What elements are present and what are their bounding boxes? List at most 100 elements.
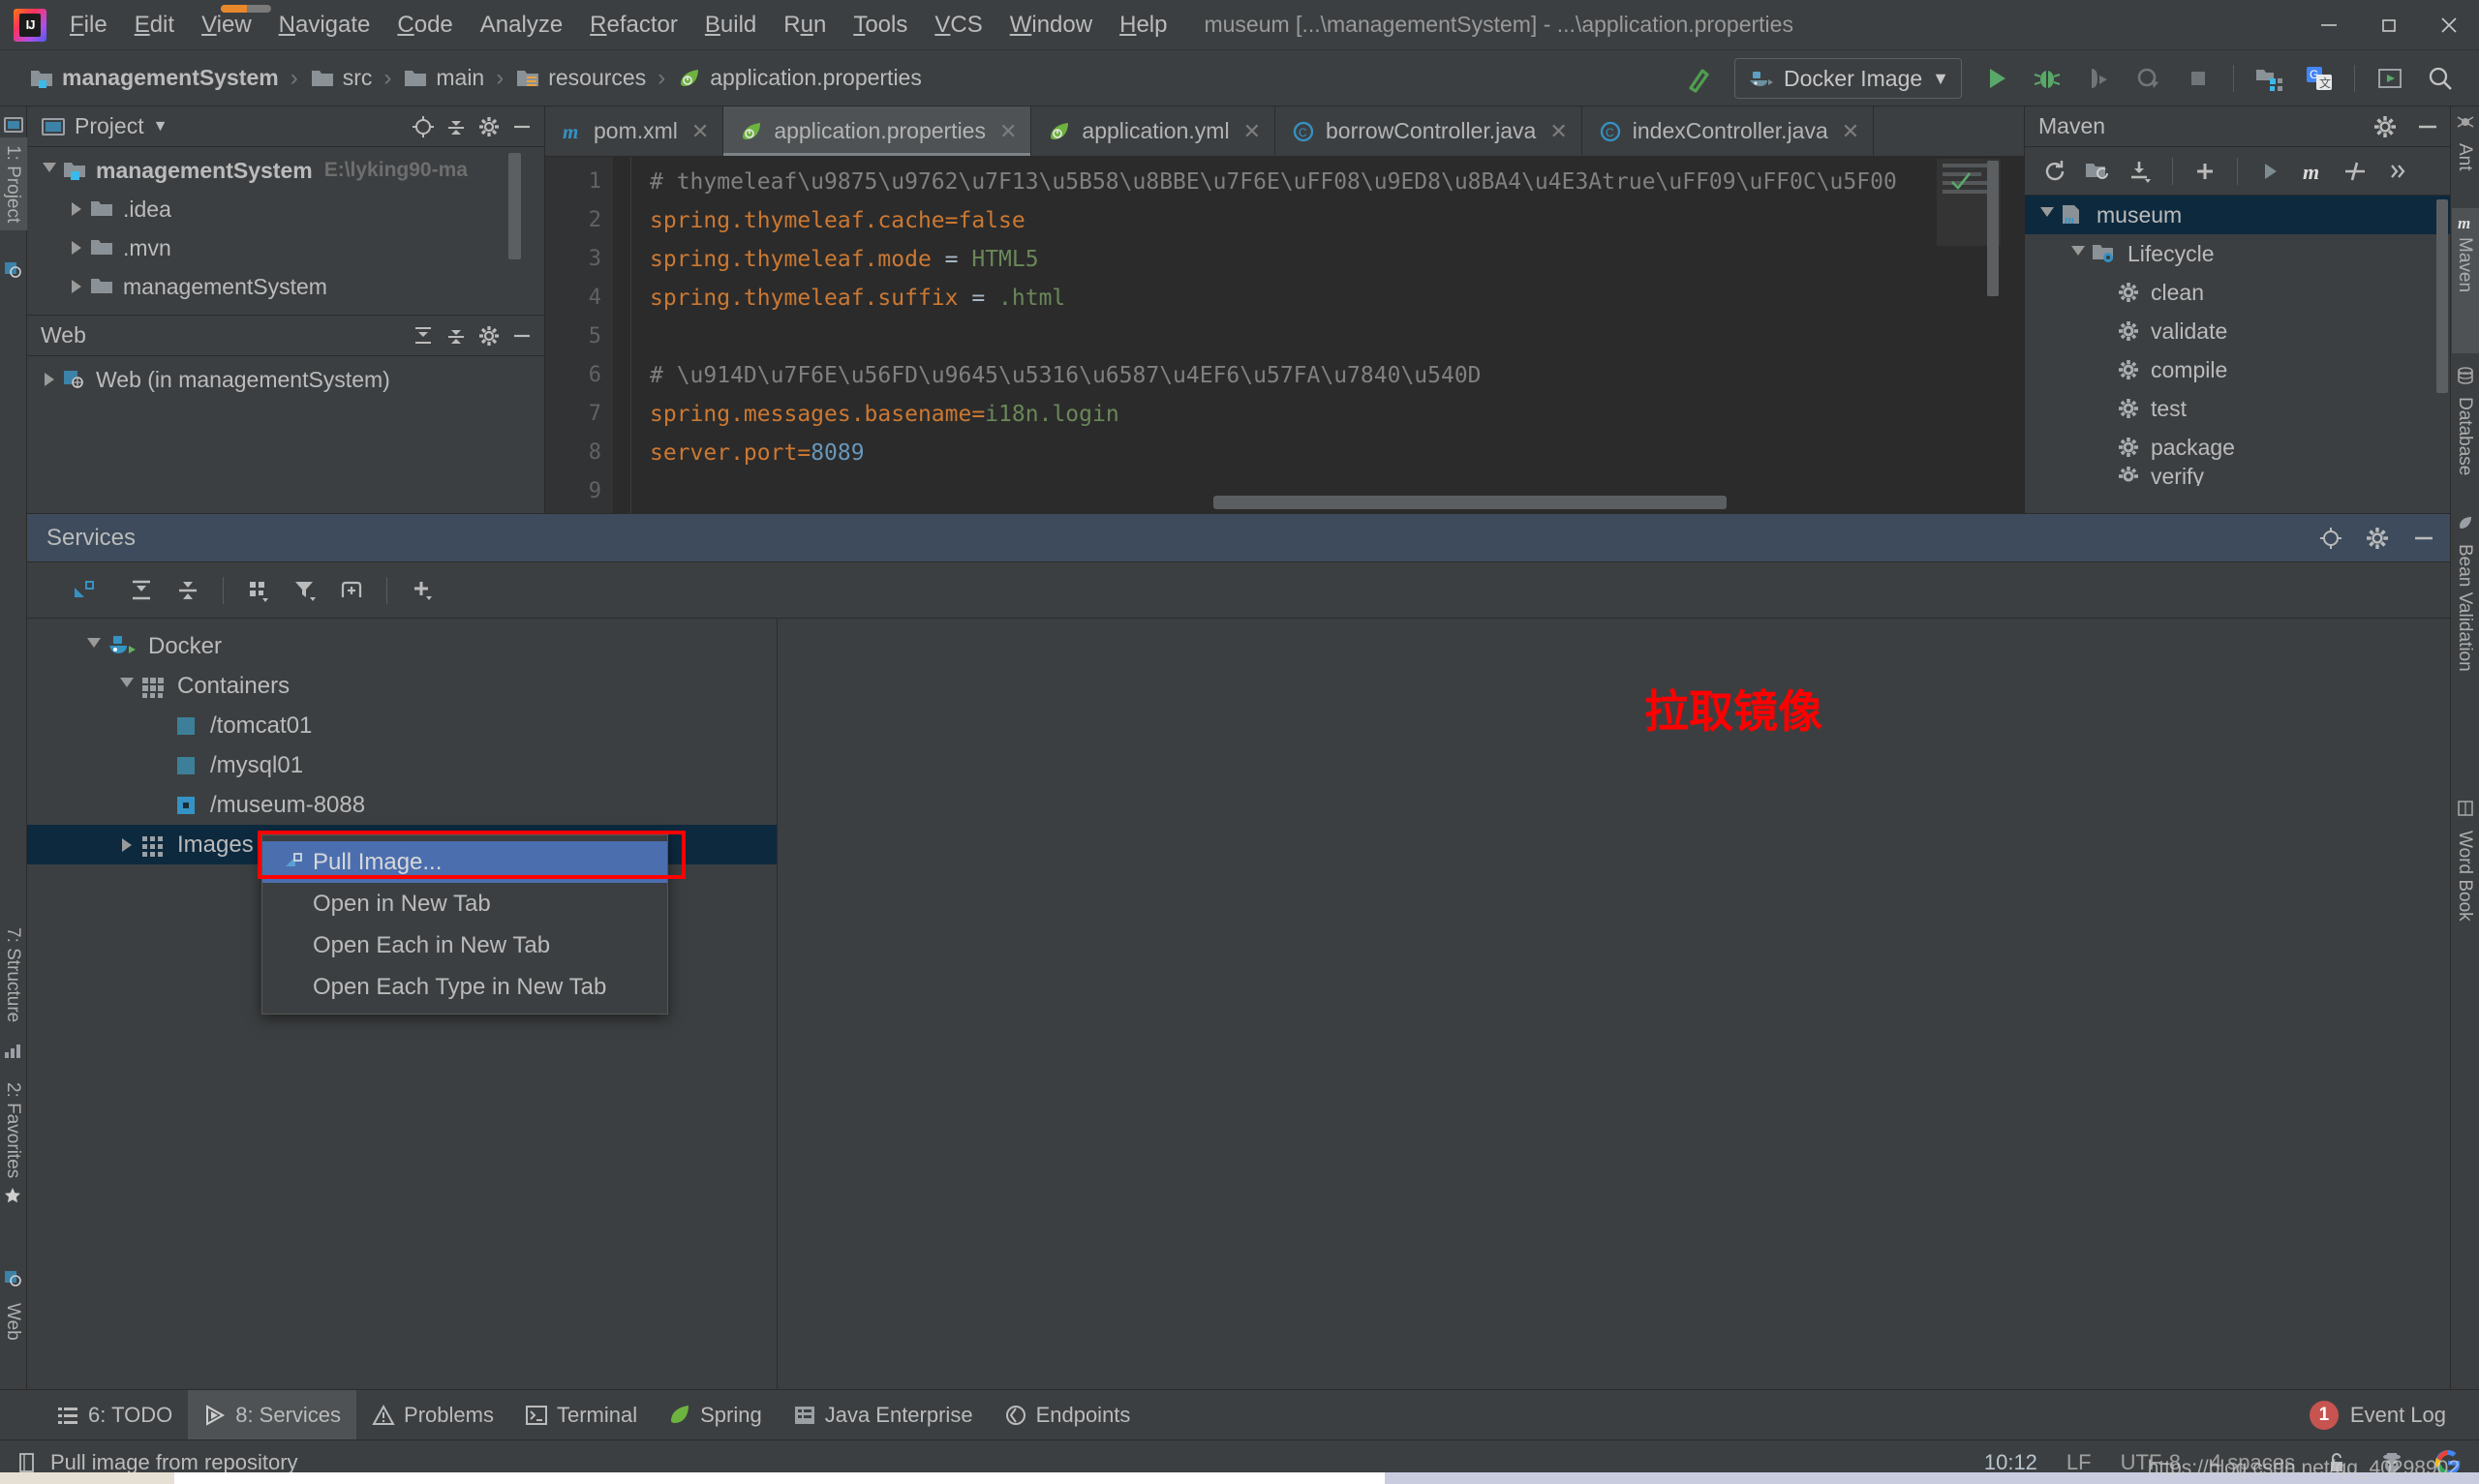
hide-icon[interactable]	[505, 110, 538, 143]
close-icon[interactable]: ✕	[999, 119, 1017, 144]
tree-item-web-module[interactable]: Web (in managementSystem)	[27, 360, 544, 399]
collapse-all-icon[interactable]	[167, 569, 209, 612]
tree-item-verify[interactable]: verify	[2025, 467, 2450, 486]
tree-item-tomcat01[interactable]: /tomcat01	[27, 706, 777, 745]
inspection-status-icon[interactable]	[1948, 168, 1974, 194]
project-tree-scrollbar[interactable]	[508, 153, 521, 259]
bottom-tab-terminal[interactable]: Terminal	[509, 1390, 653, 1439]
menu-vcs[interactable]: VCS	[921, 8, 995, 43]
tree-item-mysql01[interactable]: /mysql01	[27, 745, 777, 785]
expand-arrow-icon[interactable]	[37, 373, 62, 386]
editor-horizontal-scrollbar[interactable]	[1213, 496, 1727, 509]
maven-m-icon[interactable]: m	[2292, 151, 2333, 192]
stop-button[interactable]	[2176, 56, 2220, 101]
search-everywhere-button[interactable]	[2418, 56, 2463, 101]
expand-arrow-icon[interactable]	[64, 241, 89, 255]
sidebar-tab-structure[interactable]: 7: Structure	[0, 920, 27, 1030]
tree-item-museum[interactable]: m museum	[2025, 196, 2450, 234]
more-icon[interactable]	[2377, 151, 2418, 192]
menu-help[interactable]: Help	[1106, 8, 1180, 43]
expand-arrow-icon[interactable]	[81, 638, 107, 654]
minimize-button[interactable]	[2299, 0, 2359, 50]
close-icon[interactable]: ✕	[1549, 119, 1567, 144]
run-button[interactable]	[1974, 56, 2019, 101]
editor-tab-application-yml[interactable]: application.yml ✕	[1031, 106, 1275, 156]
sidebar-tab-bean-validation[interactable]: Bean Validation	[2452, 536, 2479, 680]
tree-item-package[interactable]: package	[2025, 428, 2450, 467]
add-tab-icon[interactable]	[330, 569, 373, 612]
breadcrumb-item-resources[interactable]: resources	[515, 65, 646, 91]
reload-icon[interactable]	[2035, 151, 2075, 192]
menu-build[interactable]: Build	[691, 8, 770, 43]
expand-arrow-icon[interactable]	[37, 162, 62, 179]
tree-item-mvn[interactable]: .mvn	[27, 228, 544, 267]
hide-icon[interactable]	[2407, 522, 2440, 555]
breadcrumb-item-application-properties[interactable]: application.properties	[677, 65, 922, 91]
settings-icon[interactable]	[473, 319, 505, 352]
sidebar-tab-project[interactable]: 1: Project	[0, 137, 27, 231]
menu-window[interactable]: Window	[996, 8, 1106, 43]
hide-icon[interactable]	[505, 319, 538, 352]
chevron-down-icon[interactable]: ▼	[153, 118, 168, 136]
context-menu-item-open-each-in-new-tab[interactable]: Open Each in New Tab	[262, 924, 667, 966]
close-icon[interactable]: ✕	[1243, 119, 1261, 144]
bottom-tab-spring[interactable]: Spring	[653, 1390, 778, 1439]
tree-item-docker[interactable]: Docker	[27, 626, 777, 666]
code-area[interactable]: 1 2 3 4 5 6 7 8 9 # thymeleaf\u9875\u976…	[545, 157, 2024, 513]
project-panel-title-group[interactable]: Project ▼	[41, 113, 407, 139]
sidebar-tab-database[interactable]: Database	[2452, 389, 2479, 483]
group-icon[interactable]	[237, 569, 280, 612]
context-menu-item-pull-image[interactable]: Pull Image...	[262, 841, 667, 883]
expand-all-icon[interactable]	[120, 569, 163, 612]
menu-navigate[interactable]: Navigate	[265, 8, 384, 43]
event-log-group[interactable]: 1 Event Log	[2309, 1390, 2446, 1440]
expand-arrow-icon[interactable]	[2066, 245, 2091, 262]
menu-code[interactable]: Code	[383, 8, 466, 43]
bottom-tab-java-enterprise[interactable]: Java Enterprise	[778, 1390, 989, 1439]
breadcrumb-item-main[interactable]: main	[403, 65, 484, 91]
menu-run[interactable]: Run	[770, 8, 840, 43]
collapse-all-icon[interactable]	[440, 319, 473, 352]
breadcrumb-item-managementsystem[interactable]: managementSystem	[29, 65, 279, 91]
run-with-coverage-button[interactable]	[2075, 56, 2120, 101]
run-configuration-selector[interactable]: Docker Image ▼	[1734, 58, 1962, 99]
menu-refactor[interactable]: Refactor	[576, 8, 691, 43]
bottom-tab-endpoints[interactable]: Endpoints	[989, 1390, 1147, 1439]
maven-tree-scrollbar[interactable]	[2436, 199, 2448, 393]
hide-icon[interactable]	[2411, 110, 2444, 143]
add-icon[interactable]	[401, 569, 444, 612]
maximize-button[interactable]	[2359, 0, 2419, 50]
expand-arrow-icon[interactable]	[2035, 206, 2060, 224]
menu-analyze[interactable]: Analyze	[467, 8, 576, 43]
reload-project-icon[interactable]	[2077, 151, 2118, 192]
expand-arrow-icon[interactable]	[114, 678, 139, 694]
editor-tab-application-properties[interactable]: application.properties ✕	[723, 106, 1032, 156]
sidebar-tab-ant[interactable]: Ant	[2452, 136, 2479, 179]
tree-item-lifecycle[interactable]: Lifecycle	[2025, 234, 2450, 273]
sidebar-tab-web[interactable]: Web	[0, 1295, 27, 1348]
locate-icon[interactable]	[2314, 522, 2347, 555]
bottom-tab-todo[interactable]: 6: TODO	[41, 1390, 188, 1439]
bottom-tab-problems[interactable]: Problems	[356, 1390, 509, 1439]
tree-item-containers[interactable]: Containers	[27, 666, 777, 706]
menu-tools[interactable]: Tools	[840, 8, 921, 43]
run-icon[interactable]	[2249, 151, 2290, 192]
expand-arrow-icon[interactable]	[64, 280, 89, 293]
build-button[interactable]	[1677, 56, 1722, 101]
settings-icon[interactable]	[473, 110, 505, 143]
tree-item-test[interactable]: test	[2025, 389, 2450, 428]
tree-item-managementsystem-inner[interactable]: managementSystem	[27, 267, 544, 306]
menu-edit[interactable]: Edit	[121, 8, 188, 43]
locate-icon[interactable]	[407, 110, 440, 143]
expand-arrow-icon[interactable]	[114, 837, 139, 852]
filter-icon[interactable]	[284, 569, 326, 612]
editor-vertical-scrollbar[interactable]	[1987, 161, 1999, 296]
bottom-tab-services[interactable]: 8: Services	[188, 1390, 357, 1439]
sidebar-tab-word-book[interactable]: Word Book	[2452, 823, 2479, 929]
tree-item-clean[interactable]: clean	[2025, 273, 2450, 312]
code-text[interactable]: # thymeleaf\u9875\u9762\u7F13\u5B58\u8BB…	[632, 157, 2024, 513]
collapse-all-icon[interactable]	[440, 110, 473, 143]
editor-tab-indexcontroller-java[interactable]: C indexController.java ✕	[1582, 106, 1875, 156]
close-button[interactable]	[2419, 0, 2479, 50]
tree-item-validate[interactable]: validate	[2025, 312, 2450, 350]
